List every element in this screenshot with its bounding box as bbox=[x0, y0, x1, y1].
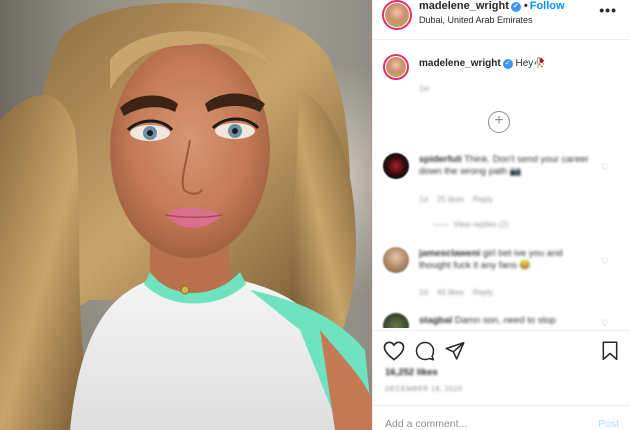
post-actions bbox=[373, 330, 630, 370]
caption-text: Hey🥀 bbox=[515, 58, 546, 69]
comment-likes[interactable]: 46 likes bbox=[437, 288, 464, 297]
comment-meta: 1d 46 likes Reply bbox=[419, 288, 493, 297]
separator-dot: • bbox=[523, 0, 528, 12]
verified-badge-icon: ✓ bbox=[510, 2, 521, 12]
comment-username[interactable]: jamesclaweni bbox=[419, 248, 480, 259]
comment-body: Damn son, need to stop bbox=[454, 315, 556, 326]
follow-button[interactable]: Follow bbox=[530, 0, 565, 12]
add-comment-input[interactable]: Add a comment... bbox=[385, 418, 467, 430]
caption: madelene_wright ✓ Hey🥀 bbox=[419, 58, 546, 69]
comment-avatar[interactable] bbox=[383, 247, 409, 273]
post-header: madelene_wright ✓ • Follow Dubai, United Ar… bbox=[373, 0, 630, 40]
comment-time: 1d bbox=[419, 288, 428, 297]
header-username[interactable]: madelene_wright bbox=[419, 0, 509, 12]
comment-avatar[interactable] bbox=[383, 153, 409, 179]
bookmark-icon[interactable] bbox=[601, 341, 619, 361]
post-photo[interactable] bbox=[0, 0, 372, 430]
location-link[interactable]: Dubai, United Arab Emirates bbox=[419, 15, 533, 25]
post-side-panel: madelene_wright ✓ • Follow Dubai, United Ar… bbox=[372, 0, 630, 430]
comment-username[interactable]: stagbal bbox=[419, 315, 452, 326]
post-date: DECEMBER 18, 2020 bbox=[385, 386, 463, 393]
comment-username[interactable]: spiderfuli bbox=[419, 154, 462, 165]
comment-like-icon[interactable]: ♡ bbox=[601, 162, 609, 173]
comment-text: stagbal Damn son, need to stop bbox=[419, 315, 589, 327]
selfie-image bbox=[0, 2, 372, 430]
post-comment-button[interactable]: Post bbox=[598, 418, 619, 430]
like-heart-icon[interactable] bbox=[383, 341, 405, 361]
comments-list[interactable]: madelene_wright ✓ Hey🥀 1w + spiderfuli Th… bbox=[373, 41, 630, 328]
share-plane-icon[interactable] bbox=[445, 341, 465, 361]
caption-time: 1w bbox=[419, 84, 430, 93]
likes-count[interactable]: 16,252 likes bbox=[385, 367, 438, 378]
comment-time: 1d bbox=[419, 195, 428, 204]
more-options-icon[interactable]: ••• bbox=[599, 2, 617, 18]
comment-likes[interactable]: 25 likes bbox=[437, 195, 464, 204]
caption-username[interactable]: madelene_wright bbox=[419, 58, 501, 69]
view-replies-label: View replies (2) bbox=[453, 220, 509, 229]
view-replies-button[interactable]: —— View replies (2) bbox=[433, 220, 508, 229]
comment-avatar[interactable] bbox=[383, 313, 409, 328]
load-more-comments-button[interactable]: + bbox=[488, 111, 510, 133]
comment-bubble-icon[interactable] bbox=[415, 341, 435, 361]
comment-text: jamesclaweni girl bet ive you and though… bbox=[419, 248, 589, 272]
caption-avatar[interactable] bbox=[383, 54, 409, 80]
verified-badge-icon: ✓ bbox=[502, 59, 513, 69]
reply-button[interactable]: Reply bbox=[473, 195, 493, 204]
comment-like-icon[interactable]: ♡ bbox=[601, 318, 609, 328]
comment-text: spiderfuli Think. Don't send your career… bbox=[419, 154, 589, 178]
header-avatar[interactable] bbox=[382, 0, 412, 30]
add-comment-bar: Add a comment... Post bbox=[373, 405, 630, 430]
comment-like-icon[interactable]: ♡ bbox=[601, 256, 609, 267]
reply-button[interactable]: Reply bbox=[473, 288, 493, 297]
comment-meta: 1d 25 likes Reply bbox=[419, 195, 493, 204]
